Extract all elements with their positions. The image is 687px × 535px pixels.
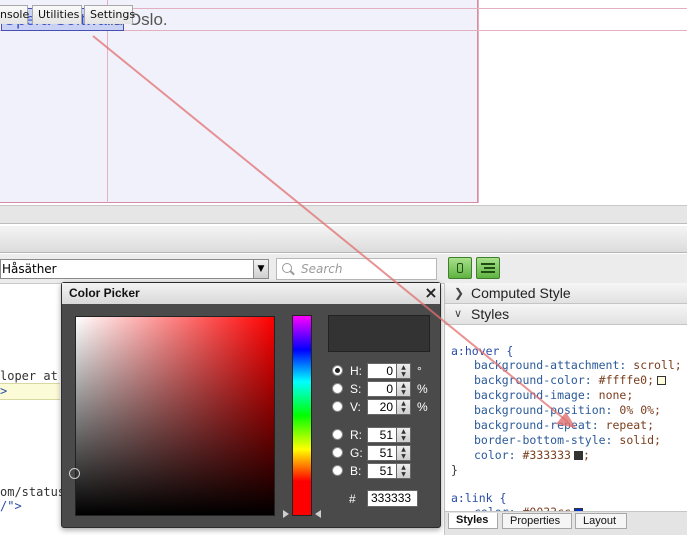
css-property: color: (474, 448, 516, 462)
section-label: Styles (471, 306, 510, 322)
color-swatch[interactable] (573, 451, 583, 460)
css-declaration[interactable]: background-position: 0% 0%; (474, 403, 661, 418)
unit-label: ° (417, 364, 422, 378)
css-value: #333333 (522, 448, 571, 462)
radio-red[interactable] (332, 429, 343, 440)
css-property: background-attachment: (474, 358, 627, 372)
color-cursor[interactable] (69, 468, 80, 479)
panel-splitter[interactable] (0, 205, 687, 224)
hex-input[interactable]: 333333 (367, 490, 418, 507)
css-property: background-position: (474, 403, 613, 417)
radio-green[interactable] (332, 447, 343, 458)
dialog-title[interactable]: Color Picker (62, 283, 440, 304)
toggle-button[interactable] (448, 257, 472, 279)
highlight-guide-line (478, 0, 479, 203)
css-value: solid; (619, 433, 661, 447)
blue-input[interactable]: 51 (367, 463, 397, 479)
source-line: loper at (0, 369, 58, 383)
source-line: om/status (0, 485, 66, 499)
unit-label: % (417, 382, 428, 396)
close-icon[interactable]: × (422, 283, 440, 303)
tab-styles[interactable]: Styles (448, 513, 498, 529)
hue-stepper[interactable]: ▲ ▼ (397, 363, 411, 379)
css-value: 0% 0%; (619, 403, 661, 417)
css-property: background-image: (474, 388, 592, 402)
toggle-icon (457, 263, 463, 273)
source-line: /"> (0, 499, 22, 513)
css-declaration[interactable]: background-repeat: repeat; (474, 418, 654, 433)
document-select[interactable]: Håsäther (0, 259, 269, 279)
radio-value[interactable] (332, 401, 343, 412)
hue-slider-handle-icon[interactable] (283, 510, 289, 518)
hue-input[interactable]: 0 (367, 363, 397, 379)
list-icon (481, 263, 495, 265)
css-declaration[interactable]: background-image: none; (474, 388, 633, 403)
color-swatch[interactable] (657, 376, 667, 385)
hue-slider-handle-icon[interactable] (315, 510, 321, 518)
dropdown-arrow-icon[interactable]: ▼ (253, 260, 268, 278)
css-property: background-color: (474, 373, 592, 387)
field-label: # (349, 492, 356, 506)
blue-stepper[interactable]: ▲ ▼ (397, 463, 411, 479)
saturation-input[interactable]: 0 (367, 381, 397, 397)
field-label: V: (350, 400, 361, 414)
field-label: R: (350, 428, 362, 442)
tab-settings[interactable]: Settings (84, 5, 135, 24)
hue-slider[interactable] (292, 315, 312, 516)
radio-saturation[interactable] (332, 383, 343, 394)
css-declaration[interactable]: background-color: #ffffe0; (474, 373, 667, 388)
field-label: G: (350, 446, 363, 460)
field-label: S: (350, 382, 362, 396)
css-value: repeat; (605, 418, 655, 432)
styles-header[interactable]: ∨ Styles (445, 304, 687, 325)
radio-blue[interactable] (332, 465, 343, 476)
css-declaration[interactable]: background-attachment: scroll; (474, 358, 682, 373)
field-label: B: (350, 464, 362, 478)
computed-style-header[interactable]: ❯ Computed Style (445, 283, 687, 304)
tab-utilities[interactable]: Utilities (32, 5, 82, 24)
tab-properties[interactable]: Properties (502, 513, 572, 529)
search-input[interactable]: Search (276, 258, 437, 280)
devtools-tab-bar (0, 226, 687, 253)
value-input[interactable]: 20 (367, 399, 397, 415)
chevron-down-icon: ∨ (454, 308, 463, 320)
color-preview (328, 315, 430, 352)
list-icon (481, 271, 495, 273)
source-line: > (0, 384, 8, 398)
saturation-stepper[interactable]: ▲ ▼ (397, 381, 411, 397)
css-rule-close: } (451, 463, 458, 477)
value-stepper[interactable]: ▲ ▼ (397, 399, 411, 415)
css-value: #ffffe0 (598, 373, 648, 387)
css-value: scroll; (633, 358, 682, 372)
list-icon (484, 267, 495, 269)
red-input[interactable]: 51 (367, 427, 397, 443)
selected-line-highlight (0, 383, 60, 400)
red-stepper[interactable]: ▲ ▼ (397, 427, 411, 443)
section-label: Computed Style (471, 285, 571, 301)
green-stepper[interactable]: ▲ ▼ (397, 445, 411, 461)
radio-hue[interactable] (332, 365, 343, 376)
green-input[interactable]: 51 (367, 445, 397, 461)
tab-layout[interactable]: Layout (575, 513, 627, 529)
css-selector[interactable]: a:hover { (451, 344, 513, 359)
tab-console[interactable]: nsole (0, 5, 29, 24)
css-value-suffix: ; (582, 448, 590, 462)
layout-toggle-button[interactable] (476, 257, 500, 279)
css-declaration[interactable]: border-bottom-style: solid; (474, 433, 661, 448)
saturation-value-area[interactable] (75, 316, 275, 516)
css-selector[interactable]: a:link { (451, 491, 506, 506)
field-label: H: (350, 364, 362, 378)
search-icon (282, 263, 292, 273)
css-property: background-repeat: (474, 418, 599, 432)
chevron-right-icon: ❯ (454, 286, 465, 300)
css-value-suffix: ; (647, 373, 655, 387)
css-property: border-bottom-style: (474, 433, 613, 447)
css-value: none; (598, 388, 634, 402)
css-declaration[interactable]: color: #333333; (474, 448, 590, 463)
unit-label: % (417, 400, 428, 414)
